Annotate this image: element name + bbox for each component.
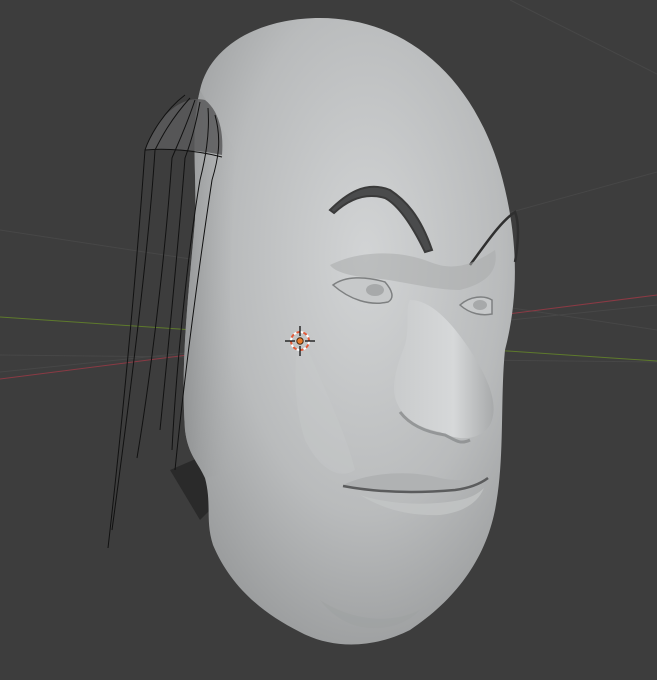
viewport-canvas[interactable] <box>0 0 657 680</box>
left-eye-iris <box>473 300 487 310</box>
3d-viewport[interactable] <box>0 0 657 680</box>
head-mesh[interactable] <box>145 18 520 645</box>
head-silhouette <box>183 18 515 645</box>
right-eye-iris <box>366 284 384 296</box>
